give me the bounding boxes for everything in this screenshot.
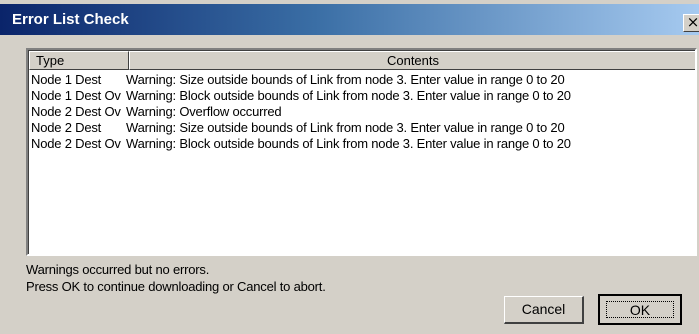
- status-message-instructions: Press OK to continue downloading or Canc…: [26, 279, 326, 294]
- list-item[interactable]: Node 2 Dest Warning: Size outside bounds…: [31, 120, 695, 136]
- dialog-title: Error List Check: [12, 11, 129, 28]
- row-type: Node 2 Dest Ov: [31, 104, 121, 119]
- error-list-view[interactable]: Type Contents Node 1 Dest Warning: Size …: [26, 48, 697, 256]
- row-type: Node 2 Dest: [31, 120, 102, 135]
- list-item[interactable]: Node 2 Dest Ov Warning: Overflow occurre…: [31, 104, 695, 120]
- list-item[interactable]: Node 1 Dest Warning: Size outside bounds…: [31, 72, 695, 88]
- row-type: Node 1 Dest Ov: [31, 88, 121, 103]
- row-contents: Warning: Block outside bounds of Link fr…: [126, 136, 571, 151]
- close-button[interactable]: ×: [683, 14, 699, 32]
- list-rows: Node 1 Dest Warning: Size outside bounds…: [31, 72, 695, 152]
- ok-button[interactable]: OK: [598, 294, 682, 325]
- row-contents: Warning: Overflow occurred: [126, 104, 282, 119]
- cancel-button[interactable]: Cancel: [504, 296, 584, 324]
- list-item[interactable]: Node 1 Dest Ov Warning: Block outside bo…: [31, 88, 695, 104]
- column-header-contents[interactable]: Contents: [129, 51, 695, 70]
- list-header: Type Contents: [29, 51, 695, 70]
- row-contents: Warning: Size outside bounds of Link fro…: [126, 72, 565, 87]
- row-type: Node 1 Dest: [31, 72, 102, 87]
- row-contents: Warning: Size outside bounds of Link fro…: [126, 120, 565, 135]
- error-list-check-dialog: Error List Check × Type Contents Node 1 …: [0, 0, 699, 334]
- close-icon: ×: [686, 13, 699, 31]
- status-message-warnings: Warnings occurred but no errors.: [26, 262, 210, 277]
- column-header-type[interactable]: Type: [29, 51, 129, 70]
- title-bar[interactable]: Error List Check ×: [0, 4, 699, 35]
- ok-button-label: OK: [606, 301, 674, 318]
- row-contents: Warning: Block outside bounds of Link fr…: [126, 88, 571, 103]
- row-type: Node 2 Dest Ov: [31, 136, 121, 151]
- list-item[interactable]: Node 2 Dest Ov Warning: Block outside bo…: [31, 136, 695, 152]
